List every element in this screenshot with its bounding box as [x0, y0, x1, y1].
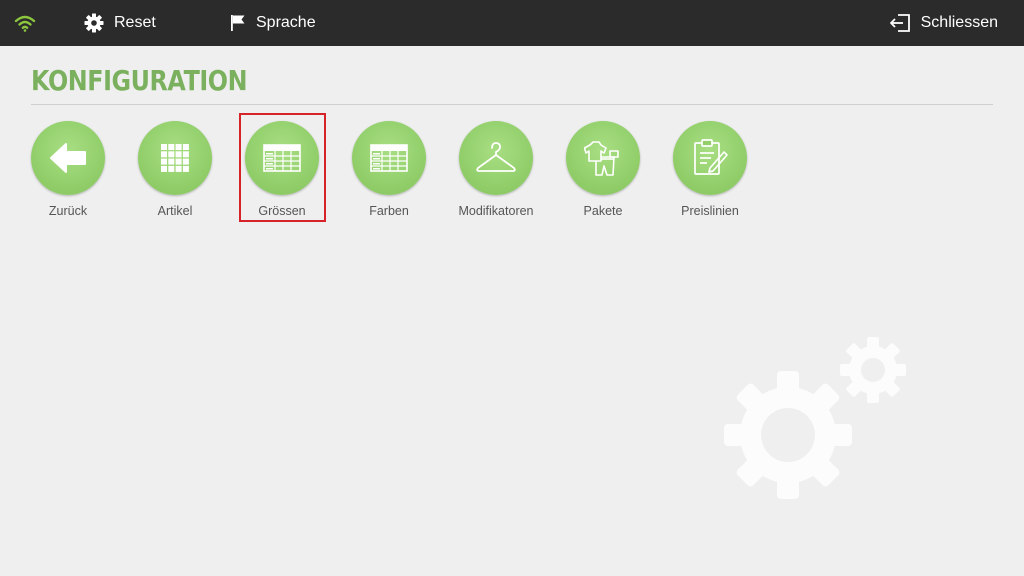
clipboard-edit-icon — [694, 139, 728, 175]
top-bar: Reset Sprache Schliessen — [0, 0, 1024, 46]
tile-zurueck[interactable]: Zurück — [18, 121, 118, 221]
table-icon — [263, 144, 301, 172]
flag-icon — [231, 15, 245, 31]
grid-icon — [161, 144, 189, 172]
hanger-icon — [476, 142, 516, 172]
tile-farben[interactable]: Farben — [339, 121, 439, 221]
sprache-button[interactable]: Sprache — [230, 0, 316, 46]
close-button[interactable]: Schliessen — [889, 0, 998, 46]
tile-preislinien[interactable]: Preislinien — [660, 121, 760, 221]
gears-watermark-icon — [724, 337, 906, 499]
outfit-icon — [584, 141, 619, 176]
reset-button[interactable]: Reset — [84, 0, 156, 46]
tile-pakete[interactable]: Pakete — [553, 121, 653, 221]
tile-artikel-circle[interactable] — [138, 121, 212, 195]
tile-pakete-circle[interactable] — [566, 121, 640, 195]
wifi-icon — [14, 15, 36, 32]
tile-zurueck-circle[interactable] — [31, 121, 105, 195]
title-divider — [31, 104, 993, 105]
tile-groessen-circle[interactable] — [245, 121, 319, 195]
sprache-label: Sprache — [256, 14, 316, 31]
tile-modifikatoren-circle[interactable] — [459, 121, 533, 195]
page-title: KONFIGURATION — [31, 64, 248, 97]
tile-preislinien-circle[interactable] — [673, 121, 747, 195]
close-label: Schliessen — [920, 14, 998, 31]
table-icon — [370, 144, 408, 172]
tile-modifikatoren[interactable]: Modifikatoren — [446, 121, 546, 221]
gear-icon — [84, 13, 104, 33]
tile-farben-circle[interactable] — [352, 121, 426, 195]
arrow-left-icon — [50, 143, 86, 173]
wifi-status — [14, 0, 36, 46]
exit-icon — [889, 14, 910, 32]
tile-label: Preislinien — [681, 204, 739, 218]
tile-artikel[interactable]: Artikel — [125, 121, 225, 221]
tile-groessen[interactable]: Grössen — [232, 121, 332, 221]
reset-label: Reset — [114, 14, 156, 31]
